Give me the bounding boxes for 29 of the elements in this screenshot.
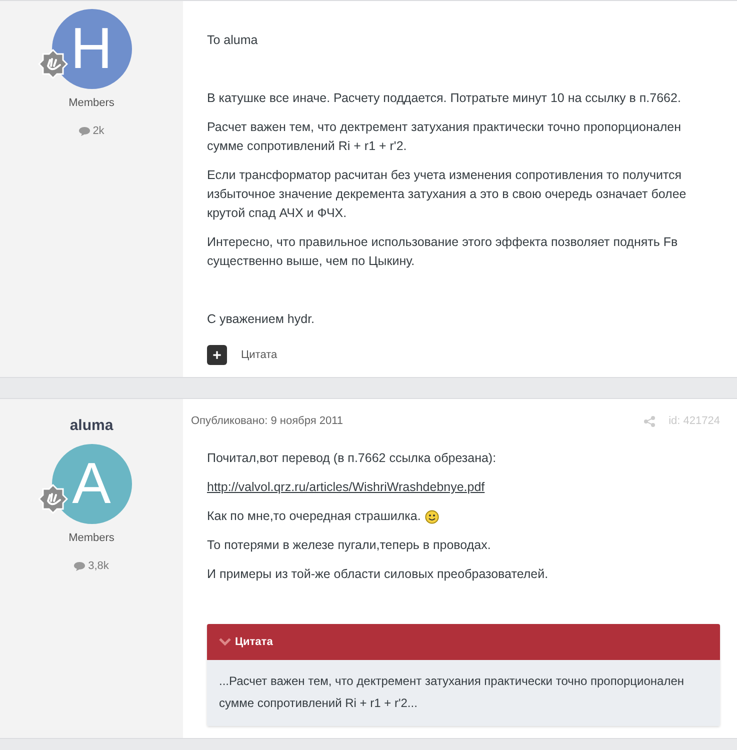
quote-button[interactable]: + Цитата	[207, 345, 720, 365]
hand-badge-icon	[38, 484, 68, 514]
user-group: Members	[68, 97, 114, 109]
post-paragraph: Интересно, что правильное использование этого эффекта позволяет поднять Fв существенно выше, чем по Цыкину.	[207, 234, 679, 270]
post-paragraph: Расчет важен тем, что дектремент затухания практически точно пропорционален сумме сопротивлений Ri + r1 + r'2.	[207, 119, 682, 155]
post-paragraph: И примеры из той-же области силовых преобразователей.	[207, 566, 550, 583]
author-name[interactable]: aluma	[70, 417, 114, 434]
post-paragraph: Как по мне,то очередная страшилка.	[207, 508, 421, 525]
user-group: Members	[68, 532, 114, 544]
post-paragraph: Почитал,вот перевод (в п.7662 ссылка обрезана):	[207, 450, 498, 467]
hand-badge-icon	[38, 49, 68, 79]
share-icon[interactable]	[644, 416, 655, 426]
post-paragraph: То потерями в железе пугали,теперь в проводах.	[207, 537, 492, 554]
pdf-link[interactable]: http://valvol.qrz.ru/articles/WishriWrashdebnye.pdf	[207, 480, 485, 494]
comment-icon	[74, 562, 86, 570]
quote-title: Цитата	[235, 636, 273, 648]
comment-icon	[78, 126, 90, 136]
quote-header[interactable]: Цитата	[207, 624, 720, 660]
smiley-icon	[424, 510, 439, 524]
post-count: 2k	[92, 125, 104, 137]
post-paragraph: С уважением hydr.	[207, 311, 316, 328]
quote-text: ...Расчет важен тем, что дектремент затухания практически точно пропорционален сумме сопротивлений Ri + r1 + r'2...	[207, 660, 720, 726]
chevron-down-icon	[219, 638, 231, 646]
post-paragraph: Если трансформатор расчитан без учета изменения сопротивления то получится избыточное значение декремента затухания а это в свою очередь означает более крутой спад АЧХ и ФЧХ.	[207, 167, 688, 222]
post-paragraph: To aluma	[207, 32, 259, 49]
published-date: Опубликовано: 9 ноября 2011	[191, 415, 343, 427]
post-count: 3,8k	[88, 560, 109, 572]
post-paragraph: В катушке все иначе. Расчету поддается. Потратьте минут 10 на ссылку в п.7662.	[207, 90, 682, 107]
plus-icon: +	[207, 345, 227, 365]
